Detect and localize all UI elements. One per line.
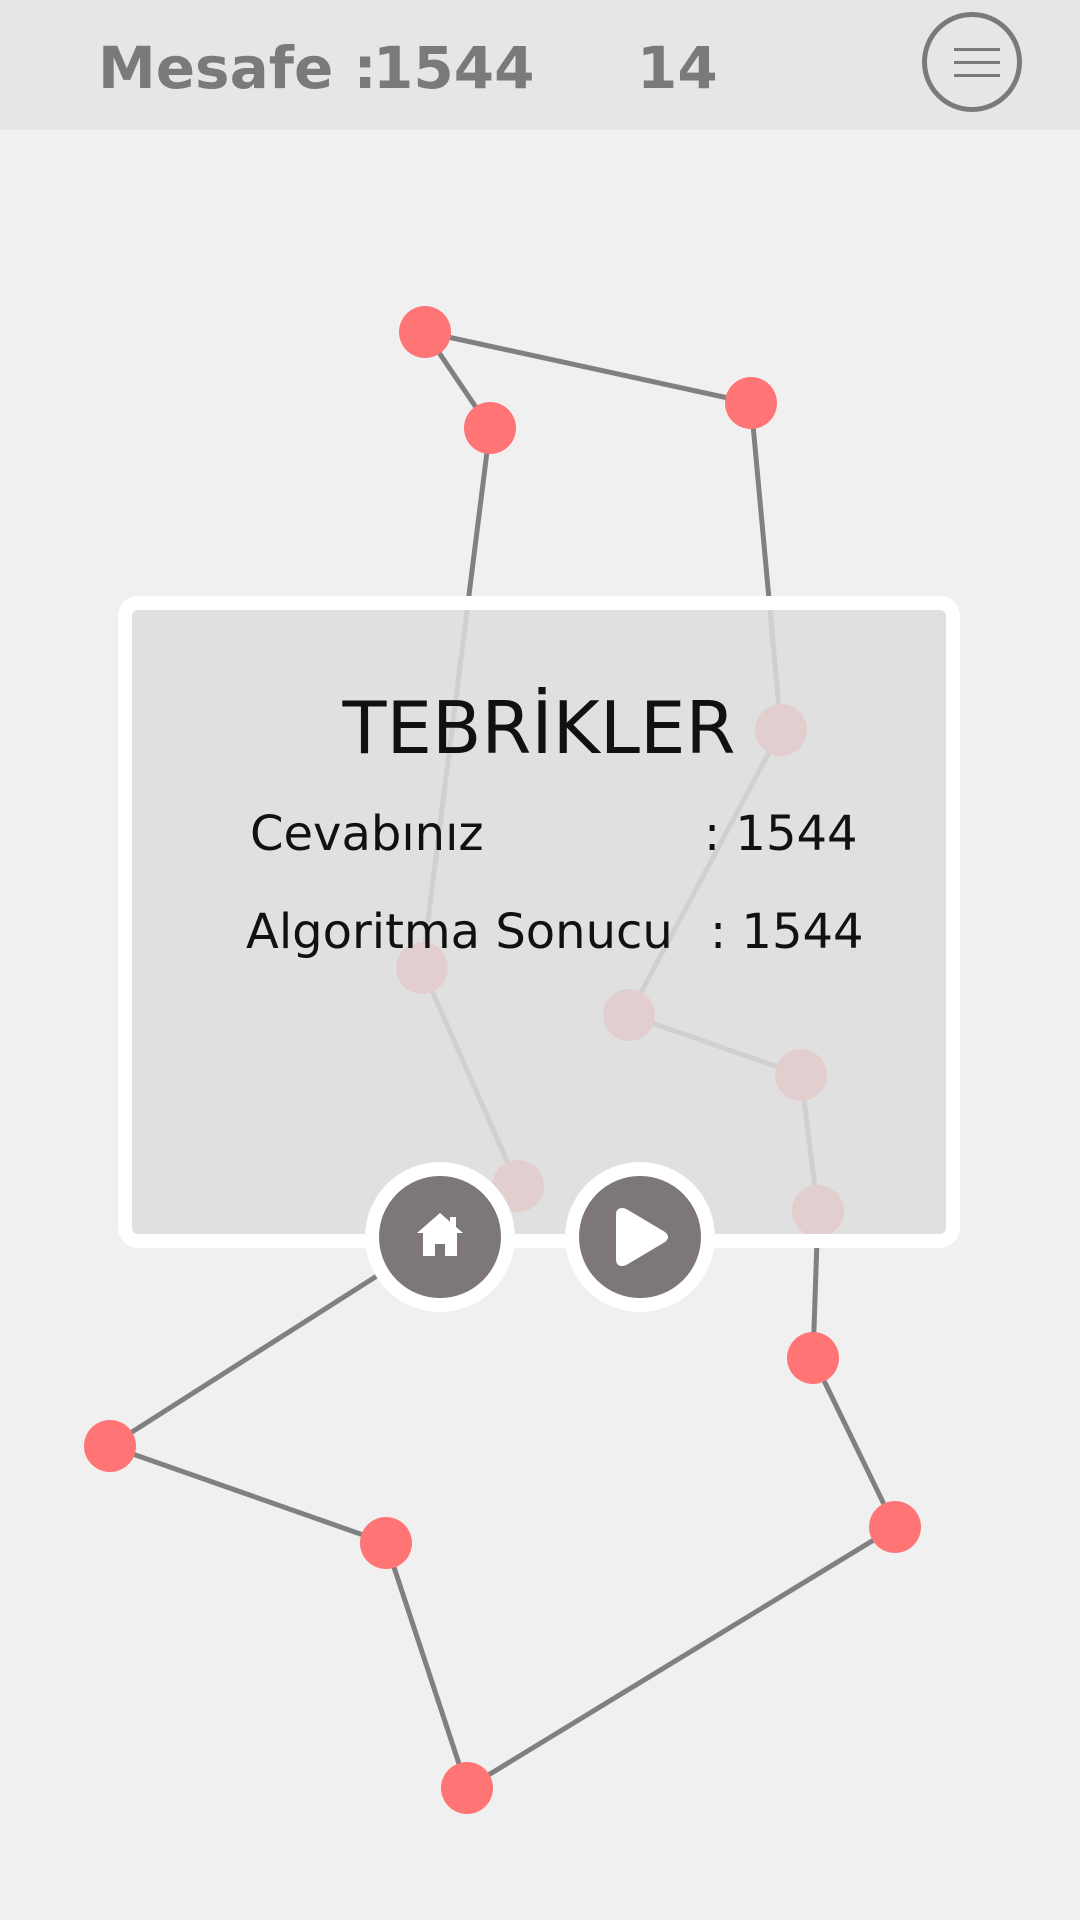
answer-label: Cevabınız <box>250 806 484 862</box>
city-node[interactable] <box>441 1762 493 1814</box>
distance-value: 1544 <box>373 34 535 102</box>
home-icon <box>417 1213 463 1256</box>
city-node[interactable] <box>787 1332 839 1384</box>
city-node[interactable] <box>360 1517 412 1569</box>
play-button[interactable] <box>565 1162 715 1312</box>
algorithm-result-label: Algoritma Sonucu <box>246 904 673 960</box>
node-count: 14 <box>637 34 718 102</box>
city-node[interactable] <box>869 1501 921 1553</box>
algorithm-result-value: : 1544 <box>710 904 864 960</box>
top-bar: Mesafe : 1544 14 <box>0 0 1080 130</box>
city-node[interactable] <box>725 377 777 429</box>
play-icon <box>616 1208 668 1266</box>
answer-value: : 1544 <box>704 806 858 862</box>
menu-button[interactable] <box>922 12 1022 112</box>
dialog-title: TEBRİKLER <box>342 686 736 770</box>
city-node[interactable] <box>399 306 451 358</box>
home-button[interactable] <box>365 1162 515 1312</box>
city-node[interactable] <box>84 1420 136 1472</box>
city-node[interactable] <box>464 402 516 454</box>
result-dialog: TEBRİKLER Cevabınız : 1544 Algoritma Son… <box>118 596 960 1248</box>
distance-label: Mesafe : <box>98 34 377 102</box>
